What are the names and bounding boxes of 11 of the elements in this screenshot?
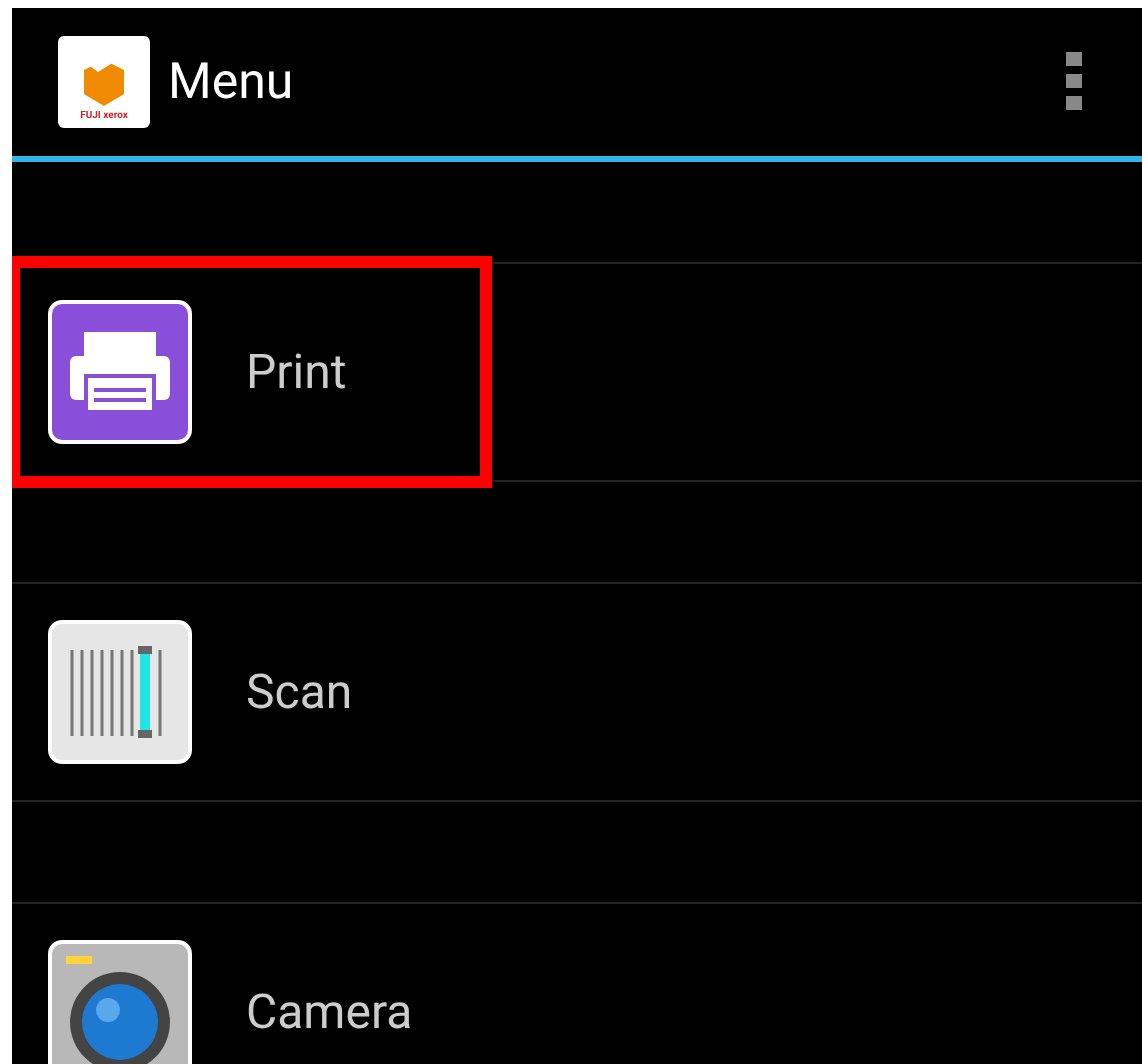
menu-item[interactable]: Camera (12, 904, 1142, 1064)
printer-icon (48, 300, 192, 444)
menu-label: Camera (246, 984, 413, 1040)
scanner-icon (48, 620, 192, 764)
menu-item[interactable]: Print (12, 264, 1142, 482)
overflow-menu-icon[interactable] (1066, 52, 1082, 112)
menu-item[interactable]: Scan (12, 584, 1142, 802)
camera-icon (48, 940, 192, 1064)
screen-title: Menu (168, 53, 296, 111)
menu-label: Print (246, 344, 347, 400)
menu-label: Scan (246, 664, 353, 720)
